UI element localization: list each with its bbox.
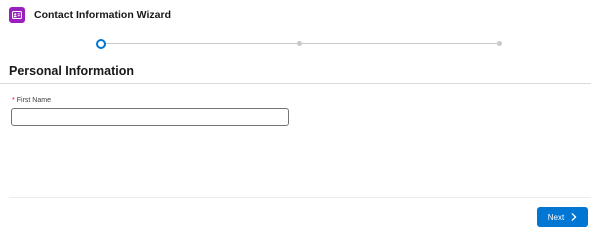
section-title: Personal Information [9,64,135,78]
contact-card-icon [9,7,25,23]
first-name-input[interactable] [11,108,289,126]
progress-indicator [96,38,502,50]
wizard-title: Contact Information Wizard [34,9,171,21]
wizard-header: Contact Information Wizard [9,7,171,23]
footer-divider [9,197,591,198]
progress-step-3[interactable] [497,41,502,46]
section-divider [0,83,591,84]
chevron-right-icon [571,213,577,221]
wizard-page: Contact Information Wizard Personal Info… [0,0,600,240]
first-name-label: * First Name [12,97,51,104]
required-marker: * [12,97,15,104]
progress-step-1[interactable] [96,39,106,49]
first-name-label-text: First Name [16,97,51,104]
next-button[interactable]: Next [537,207,588,227]
progress-step-2[interactable] [297,41,302,46]
next-button-label: Next [547,212,565,222]
